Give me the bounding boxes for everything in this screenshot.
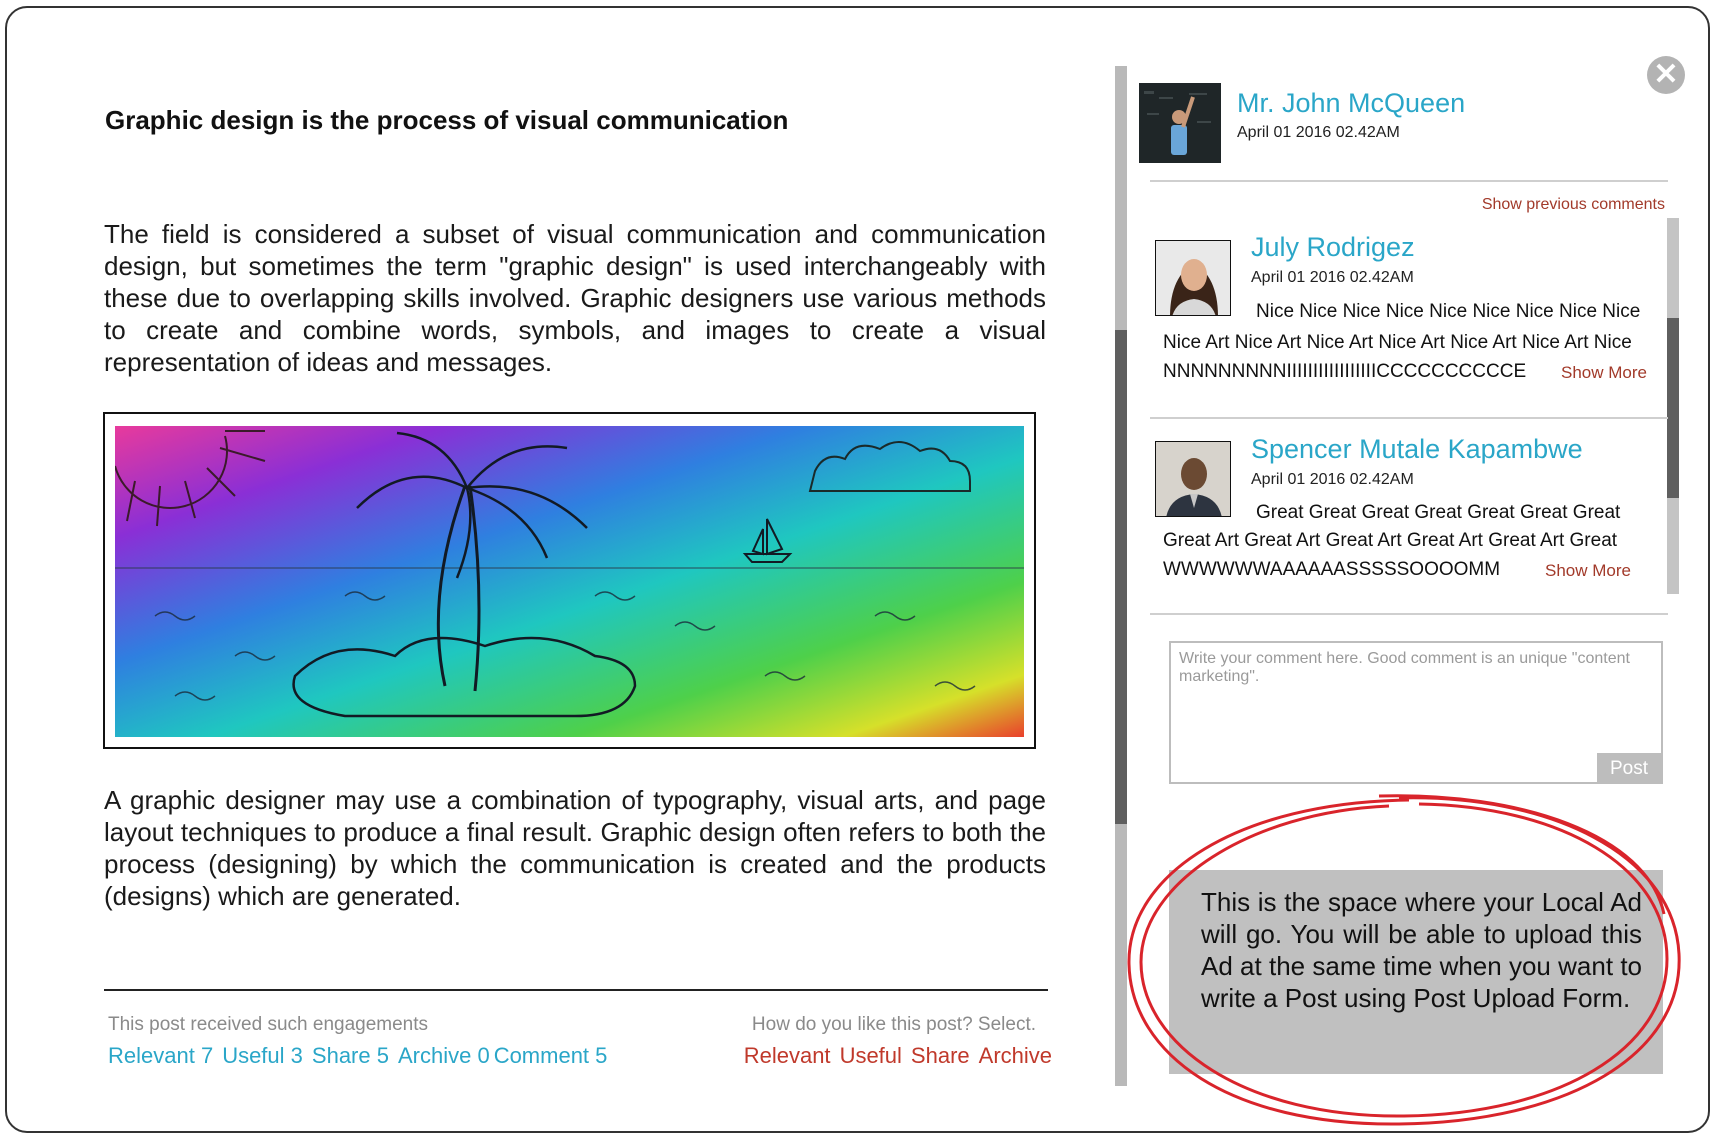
comment-avatar [1155, 240, 1231, 316]
post-detail-window: Graphic design is the process of visual … [5, 6, 1710, 1133]
footer-divider [104, 989, 1048, 991]
post-title: Graphic design is the process of visual … [105, 105, 789, 135]
engagement-comment[interactable]: Comment 5 [494, 1043, 608, 1068]
comments-scrollbar-thumb[interactable] [1667, 318, 1679, 498]
comment-divider [1150, 613, 1668, 615]
comment-date: April 01 2016 02.42AM [1251, 471, 1414, 488]
comment-text-line: Nice Nice Nice Nice Nice Nice Nice Nice … [1256, 301, 1641, 322]
author-avatar [1139, 83, 1221, 163]
show-more-link[interactable]: Show More [1561, 363, 1647, 383]
comment-text-line: Great Great Great Great Great Great Grea… [1256, 502, 1621, 523]
comment-text-line: Great Art Great Art Great Art Great Art … [1163, 530, 1618, 551]
panel-scrollbar-thumb[interactable] [1115, 330, 1127, 824]
post-image [115, 426, 1024, 737]
show-previous-comments-link[interactable]: Show previous comments [1447, 196, 1665, 214]
comment-author-name[interactable]: July Rodrigez [1251, 232, 1415, 263]
reaction-caption: How do you like this post? Select. [751, 1014, 1036, 1035]
author-date: April 01 2016 02.42AM [1237, 124, 1400, 141]
close-icon[interactable]: ✕ [1647, 56, 1685, 94]
comment-composer [1169, 641, 1663, 784]
comment-author-name[interactable]: Spencer Mutale Kapambwe [1251, 434, 1583, 465]
reaction-archive-link[interactable]: Archive [979, 1043, 1052, 1068]
reaction-useful-link[interactable]: Useful [840, 1043, 902, 1068]
post-image-frame [103, 412, 1036, 749]
author-name[interactable]: Mr. John McQueen [1237, 88, 1465, 119]
engagement-relevant[interactable]: Relevant 7 [108, 1043, 213, 1068]
engagement-share[interactable]: Share 5 [312, 1043, 389, 1068]
post-button[interactable]: Post [1597, 753, 1661, 782]
comment-text-line: WWWWWWAAAAAASSSSSOOOOMM [1163, 559, 1501, 580]
author-divider [1150, 180, 1668, 182]
engagement-caption: This post received such engagements [108, 1014, 429, 1035]
reaction-relevant-link[interactable]: Relevant [744, 1043, 831, 1068]
annotation-circle [1127, 794, 1681, 1126]
comment-text-line: NNNNNNNNNIIIIIIIIIIIIIIIIICCCCCCCCCCE [1163, 361, 1527, 382]
comment-input[interactable] [1177, 648, 1651, 752]
reaction-links: Relevant Useful Share Archive [729, 1043, 1052, 1069]
engagement-links: Relevant 7 Useful 3 Share 5 Archive 0 Commen… [108, 1043, 616, 1069]
engagement-archive[interactable]: Archive 0 [398, 1043, 490, 1068]
comment-divider [1150, 417, 1668, 419]
show-more-link[interactable]: Show More [1545, 561, 1631, 581]
post-paragraph-2: A graphic designer may use a combination… [104, 785, 1046, 911]
post-paragraph-1: The field is considered a subset of visu… [104, 219, 1046, 377]
comment-avatar [1155, 441, 1231, 517]
engagement-useful[interactable]: Useful 3 [222, 1043, 303, 1068]
reaction-share-link[interactable]: Share [911, 1043, 970, 1068]
comment-date: April 01 2016 02.42AM [1251, 269, 1414, 286]
comment-text-line: Nice Art Nice Art Nice Art Nice Art Nice… [1163, 332, 1632, 353]
